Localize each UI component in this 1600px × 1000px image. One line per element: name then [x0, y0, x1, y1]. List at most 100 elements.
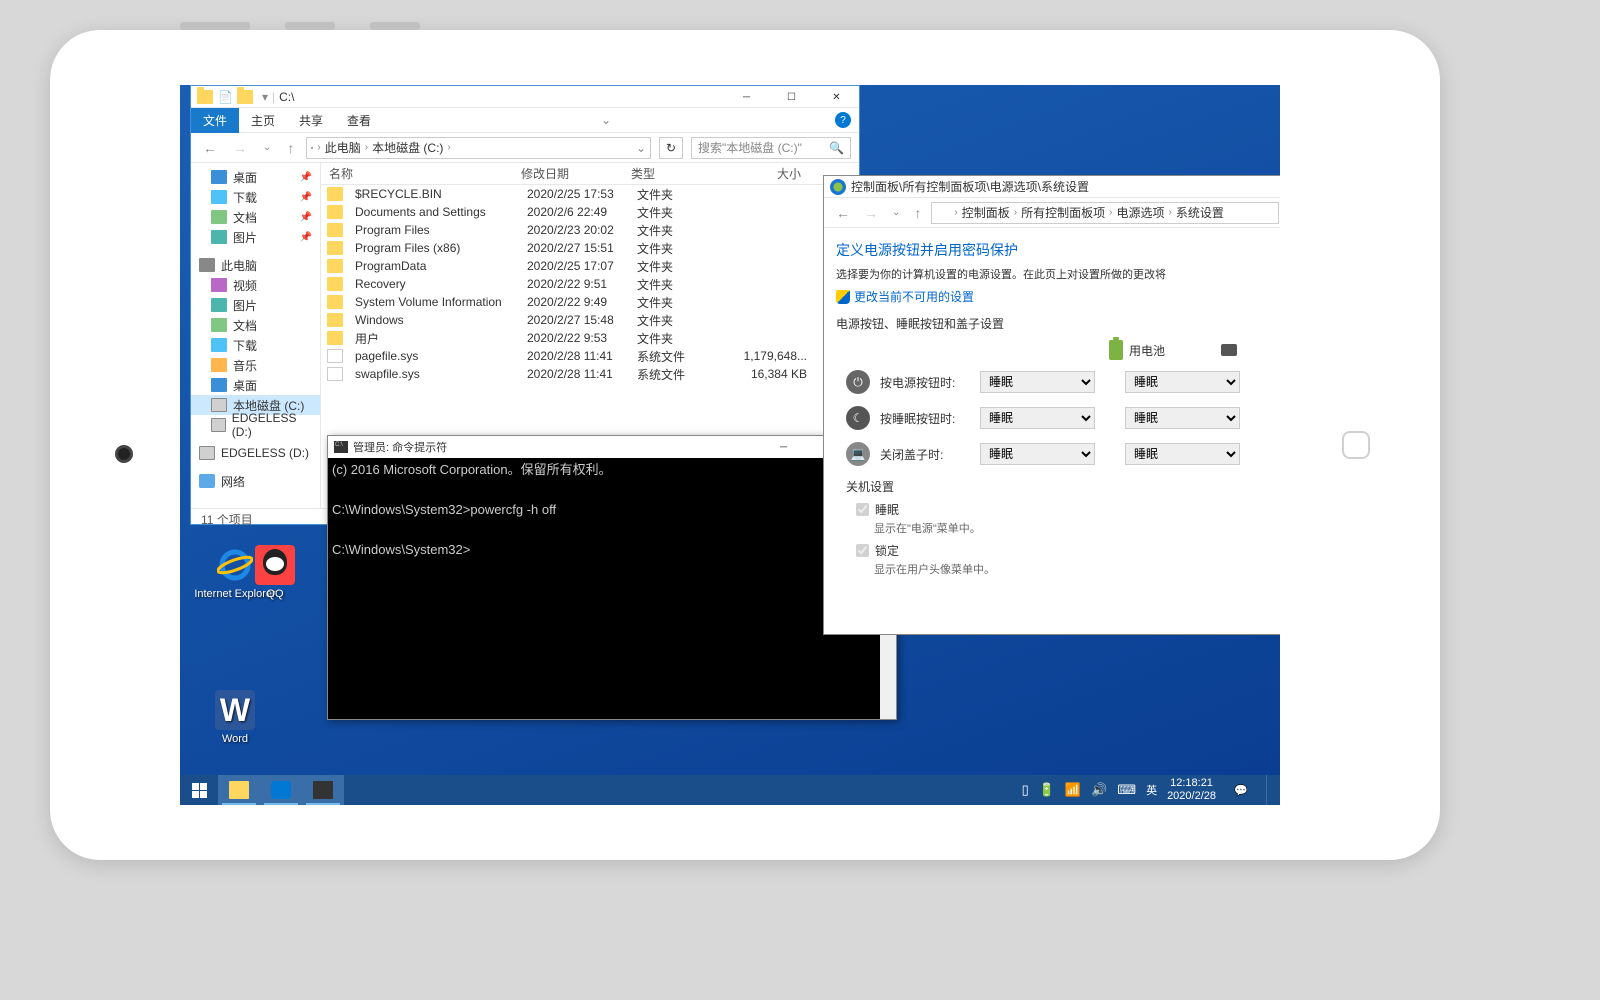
nav-desktop[interactable]: 桌面📌 [191, 167, 320, 187]
nav-drive-d[interactable]: EDGELESS (D:) [191, 415, 320, 435]
taskbar-control-panel[interactable] [260, 775, 302, 805]
nav-history-button[interactable]: ⌄ [888, 205, 904, 220]
nav-pictures-2[interactable]: 图片 [191, 295, 320, 315]
setting-label: 按睡眠按钮时: [880, 410, 970, 427]
tab-file[interactable]: 文件 [191, 108, 239, 133]
file-icon [327, 349, 343, 363]
nav-up-button[interactable]: ↑ [283, 138, 298, 158]
setting-dropdown-plugged[interactable]: 睡眠 [1125, 371, 1240, 393]
address-dropdown-icon[interactable]: ⌄ [636, 141, 646, 155]
breadcrumb[interactable]: 控制面板 [962, 204, 1010, 221]
file-row[interactable]: ProgramData 2020/2/25 17:07 文件夹 [321, 257, 859, 275]
help-button[interactable]: ? [835, 112, 851, 128]
folder-icon [197, 90, 213, 104]
setting-dropdown-battery[interactable]: 睡眠 [980, 407, 1095, 429]
file-row[interactable]: $RECYCLE.BIN 2020/2/25 17:53 文件夹 [321, 185, 859, 203]
folder-icon [327, 295, 343, 309]
column-header-name[interactable]: 名称 [321, 165, 521, 182]
breadcrumb[interactable]: 所有控制面板项 [1021, 204, 1105, 221]
nav-forward-button[interactable]: → [229, 138, 251, 158]
breadcrumb-pc[interactable]: 此电脑 [325, 139, 361, 156]
nav-this-pc[interactable]: 此电脑 [191, 255, 320, 275]
nav-videos[interactable]: 视频 [191, 275, 320, 295]
file-row[interactable]: Windows 2020/2/27 15:48 文件夹 [321, 311, 859, 329]
breadcrumb[interactable]: 系统设置 [1176, 204, 1224, 221]
tab-view[interactable]: 查看 [335, 108, 383, 133]
nav-up-button[interactable]: ↑ [910, 203, 925, 223]
file-row[interactable]: Program Files (x86) 2020/2/27 15:51 文件夹 [321, 239, 859, 257]
column-header-date[interactable]: 修改日期 [521, 165, 631, 182]
setting-label: 关闭盖子时: [880, 446, 970, 463]
tab-home[interactable]: 主页 [239, 108, 287, 133]
ribbon-expand-icon[interactable]: ⌄ [601, 113, 611, 127]
explorer-titlebar[interactable]: 📄 ▾ | C:\ ─ ☐ ✕ [191, 86, 859, 108]
tray-battery-icon[interactable]: 🔋 [1039, 782, 1055, 798]
cp-titlebar[interactable]: 控制面板\所有控制面板项\电源选项\系统设置 [824, 176, 1280, 198]
file-row[interactable]: System Volume Information 2020/2/22 9:49… [321, 293, 859, 311]
setting-dropdown-battery[interactable]: 睡眠 [980, 443, 1095, 465]
titlebar-dropdown-icon[interactable]: ▾ [262, 90, 268, 104]
nav-music[interactable]: 音乐 [191, 355, 320, 375]
setting-label: 按电源按钮时: [880, 374, 970, 391]
show-desktop-button[interactable] [1266, 775, 1272, 805]
breadcrumb[interactable]: 电源选项 [1116, 204, 1164, 221]
nav-drive-d-2[interactable]: EDGELESS (D:) [191, 443, 320, 463]
nav-back-button[interactable]: ← [199, 138, 221, 158]
nav-network[interactable]: 网络 [191, 471, 320, 491]
address-bar[interactable]: › 控制面板 › 所有控制面板项 › 电源选项 › 系统设置 [931, 202, 1279, 224]
power-setting-row: ☾ 按睡眠按钮时: 睡眠 睡眠 [836, 406, 1280, 430]
nav-pictures[interactable]: 图片📌 [191, 227, 320, 247]
taskbar-clock[interactable]: 12:18:21 2020/2/28 [1167, 777, 1216, 803]
file-row[interactable]: swapfile.sys 2020/2/28 11:41 系统文件 16,384… [321, 365, 859, 383]
refresh-button[interactable]: ↻ [659, 137, 683, 159]
maximize-button[interactable]: ☐ [769, 86, 814, 108]
tray-ime[interactable]: 英 [1146, 782, 1157, 798]
nav-desktop-2[interactable]: 桌面 [191, 375, 320, 395]
search-input[interactable]: 搜索"本地磁盘 (C:)" 🔍 [691, 137, 851, 159]
taskbar: ▯ 🔋 📶 🔊 ⌨ 英 12:18:21 2020/2/28 💬 [180, 775, 1280, 805]
breadcrumb-drive[interactable]: 本地磁盘 (C:) [372, 139, 443, 156]
close-button[interactable]: ✕ [814, 86, 859, 108]
minimize-button[interactable]: ─ [724, 86, 769, 108]
desktop-icon-word[interactable]: W Word [190, 690, 280, 745]
file-row[interactable]: Recovery 2020/2/22 9:51 文件夹 [321, 275, 859, 293]
cmd-titlebar[interactable]: 管理员: 命令提示符 ─ ☐ ✕ [328, 436, 896, 458]
column-header-type[interactable]: 类型 [631, 165, 711, 182]
setting-dropdown-plugged[interactable]: 睡眠 [1125, 443, 1240, 465]
tablet-home-button[interactable] [1342, 431, 1370, 459]
tray-tablet-icon[interactable]: ▯ [1022, 782, 1029, 798]
qq-icon [255, 545, 295, 585]
nav-forward-button[interactable]: → [860, 203, 882, 223]
desktop-icon-qq[interactable]: QQ [255, 545, 295, 600]
setting-dropdown-plugged[interactable]: 睡眠 [1125, 407, 1240, 429]
search-placeholder: 搜索"本地磁盘 (C:)" [698, 139, 802, 156]
setting-dropdown-battery[interactable]: 睡眠 [980, 371, 1095, 393]
nav-documents[interactable]: 文档📌 [191, 207, 320, 227]
nav-back-button[interactable]: ← [832, 203, 854, 223]
tab-share[interactable]: 共享 [287, 108, 335, 133]
minimize-button[interactable]: ─ [761, 436, 806, 458]
nav-downloads[interactable]: 下载📌 [191, 187, 320, 207]
tray-volume-icon[interactable]: 🔊 [1091, 782, 1107, 798]
tray-wifi-icon[interactable]: 📶 [1065, 782, 1081, 798]
drive-icon [311, 147, 313, 149]
tray-keyboard-icon[interactable]: ⌨ [1117, 782, 1136, 798]
action-center-button[interactable]: 💬 [1226, 775, 1256, 805]
nav-documents-2[interactable]: 文档 [191, 315, 320, 335]
column-header-size[interactable]: 大小 [711, 165, 811, 182]
nav-history-button[interactable]: ⌄ [259, 140, 275, 155]
sleep-button-icon: ☾ [846, 406, 870, 430]
start-button[interactable] [180, 775, 218, 805]
file-row[interactable]: 用户 2020/2/22 9:53 文件夹 [321, 329, 859, 347]
cp-change-settings-link[interactable]: 更改当前不可用的设置 [836, 288, 1280, 305]
taskbar-cmd[interactable] [302, 775, 344, 805]
taskbar-explorer[interactable] [218, 775, 260, 805]
cmd-output[interactable]: (c) 2016 Microsoft Corporation。保留所有权利。 C… [328, 458, 896, 562]
nav-downloads-2[interactable]: 下载 [191, 335, 320, 355]
file-row[interactable]: Documents and Settings 2020/2/6 22:49 文件… [321, 203, 859, 221]
tablet-hw-buttons [180, 22, 420, 30]
file-row[interactable]: Program Files 2020/2/23 20:02 文件夹 [321, 221, 859, 239]
address-bar[interactable]: › 此电脑 › 本地磁盘 (C:) › ⌄ [306, 137, 651, 159]
word-icon: W [215, 690, 255, 730]
file-row[interactable]: pagefile.sys 2020/2/28 11:41 系统文件 1,179,… [321, 347, 859, 365]
